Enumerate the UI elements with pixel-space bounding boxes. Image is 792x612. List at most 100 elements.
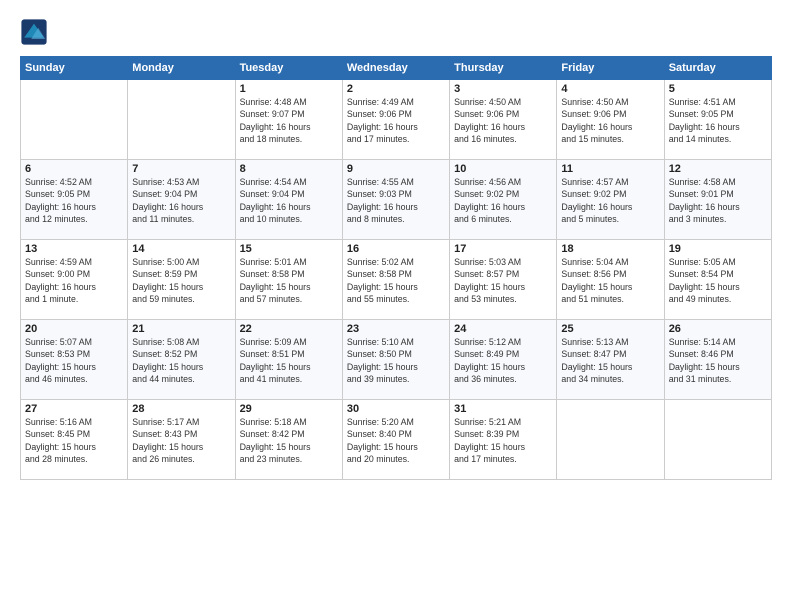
col-header-monday: Monday <box>128 57 235 80</box>
day-number: 3 <box>454 83 552 95</box>
day-info: Sunrise: 5:09 AM Sunset: 8:51 PM Dayligh… <box>240 336 338 385</box>
day-number: 7 <box>132 163 230 175</box>
day-number: 30 <box>347 403 445 415</box>
day-info: Sunrise: 5:03 AM Sunset: 8:57 PM Dayligh… <box>454 256 552 305</box>
calendar-cell: 22Sunrise: 5:09 AM Sunset: 8:51 PM Dayli… <box>235 320 342 400</box>
calendar-cell: 24Sunrise: 5:12 AM Sunset: 8:49 PM Dayli… <box>450 320 557 400</box>
day-number: 26 <box>669 323 767 335</box>
day-info: Sunrise: 4:50 AM Sunset: 9:06 PM Dayligh… <box>454 96 552 145</box>
calendar-cell: 4Sunrise: 4:50 AM Sunset: 9:06 PM Daylig… <box>557 80 664 160</box>
day-info: Sunrise: 4:54 AM Sunset: 9:04 PM Dayligh… <box>240 176 338 225</box>
calendar-cell: 17Sunrise: 5:03 AM Sunset: 8:57 PM Dayli… <box>450 240 557 320</box>
day-info: Sunrise: 5:02 AM Sunset: 8:58 PM Dayligh… <box>347 256 445 305</box>
calendar-cell: 5Sunrise: 4:51 AM Sunset: 9:05 PM Daylig… <box>664 80 771 160</box>
day-info: Sunrise: 5:17 AM Sunset: 8:43 PM Dayligh… <box>132 416 230 465</box>
col-header-friday: Friday <box>557 57 664 80</box>
col-header-wednesday: Wednesday <box>342 57 449 80</box>
week-row-3: 20Sunrise: 5:07 AM Sunset: 8:53 PM Dayli… <box>21 320 772 400</box>
col-header-sunday: Sunday <box>21 57 128 80</box>
logo-icon <box>20 18 48 46</box>
day-info: Sunrise: 5:07 AM Sunset: 8:53 PM Dayligh… <box>25 336 123 385</box>
header <box>20 18 772 46</box>
day-number: 24 <box>454 323 552 335</box>
day-number: 25 <box>561 323 659 335</box>
day-number: 14 <box>132 243 230 255</box>
week-row-0: 1Sunrise: 4:48 AM Sunset: 9:07 PM Daylig… <box>21 80 772 160</box>
day-info: Sunrise: 4:49 AM Sunset: 9:06 PM Dayligh… <box>347 96 445 145</box>
calendar-cell: 8Sunrise: 4:54 AM Sunset: 9:04 PM Daylig… <box>235 160 342 240</box>
day-number: 23 <box>347 323 445 335</box>
week-row-1: 6Sunrise: 4:52 AM Sunset: 9:05 PM Daylig… <box>21 160 772 240</box>
day-info: Sunrise: 5:05 AM Sunset: 8:54 PM Dayligh… <box>669 256 767 305</box>
calendar-cell: 26Sunrise: 5:14 AM Sunset: 8:46 PM Dayli… <box>664 320 771 400</box>
day-number: 17 <box>454 243 552 255</box>
calendar-cell <box>664 400 771 480</box>
day-number: 28 <box>132 403 230 415</box>
day-number: 10 <box>454 163 552 175</box>
calendar-cell <box>128 80 235 160</box>
calendar-cell: 14Sunrise: 5:00 AM Sunset: 8:59 PM Dayli… <box>128 240 235 320</box>
day-number: 12 <box>669 163 767 175</box>
calendar-cell: 21Sunrise: 5:08 AM Sunset: 8:52 PM Dayli… <box>128 320 235 400</box>
day-number: 2 <box>347 83 445 95</box>
week-row-2: 13Sunrise: 4:59 AM Sunset: 9:00 PM Dayli… <box>21 240 772 320</box>
header-row: SundayMondayTuesdayWednesdayThursdayFrid… <box>21 57 772 80</box>
day-number: 16 <box>347 243 445 255</box>
col-header-thursday: Thursday <box>450 57 557 80</box>
day-number: 18 <box>561 243 659 255</box>
day-info: Sunrise: 5:10 AM Sunset: 8:50 PM Dayligh… <box>347 336 445 385</box>
day-info: Sunrise: 5:20 AM Sunset: 8:40 PM Dayligh… <box>347 416 445 465</box>
calendar-cell: 7Sunrise: 4:53 AM Sunset: 9:04 PM Daylig… <box>128 160 235 240</box>
calendar-cell: 18Sunrise: 5:04 AM Sunset: 8:56 PM Dayli… <box>557 240 664 320</box>
day-info: Sunrise: 5:14 AM Sunset: 8:46 PM Dayligh… <box>669 336 767 385</box>
day-number: 27 <box>25 403 123 415</box>
calendar-cell: 30Sunrise: 5:20 AM Sunset: 8:40 PM Dayli… <box>342 400 449 480</box>
calendar-cell: 20Sunrise: 5:07 AM Sunset: 8:53 PM Dayli… <box>21 320 128 400</box>
day-number: 22 <box>240 323 338 335</box>
day-info: Sunrise: 5:16 AM Sunset: 8:45 PM Dayligh… <box>25 416 123 465</box>
day-number: 8 <box>240 163 338 175</box>
day-info: Sunrise: 4:48 AM Sunset: 9:07 PM Dayligh… <box>240 96 338 145</box>
calendar-cell: 19Sunrise: 5:05 AM Sunset: 8:54 PM Dayli… <box>664 240 771 320</box>
day-info: Sunrise: 5:12 AM Sunset: 8:49 PM Dayligh… <box>454 336 552 385</box>
day-info: Sunrise: 4:53 AM Sunset: 9:04 PM Dayligh… <box>132 176 230 225</box>
day-number: 6 <box>25 163 123 175</box>
day-number: 5 <box>669 83 767 95</box>
day-number: 13 <box>25 243 123 255</box>
day-number: 4 <box>561 83 659 95</box>
calendar-cell: 2Sunrise: 4:49 AM Sunset: 9:06 PM Daylig… <box>342 80 449 160</box>
calendar-cell: 16Sunrise: 5:02 AM Sunset: 8:58 PM Dayli… <box>342 240 449 320</box>
day-info: Sunrise: 4:56 AM Sunset: 9:02 PM Dayligh… <box>454 176 552 225</box>
calendar-cell: 23Sunrise: 5:10 AM Sunset: 8:50 PM Dayli… <box>342 320 449 400</box>
calendar-cell: 10Sunrise: 4:56 AM Sunset: 9:02 PM Dayli… <box>450 160 557 240</box>
calendar-cell: 27Sunrise: 5:16 AM Sunset: 8:45 PM Dayli… <box>21 400 128 480</box>
calendar-cell: 3Sunrise: 4:50 AM Sunset: 9:06 PM Daylig… <box>450 80 557 160</box>
day-info: Sunrise: 4:51 AM Sunset: 9:05 PM Dayligh… <box>669 96 767 145</box>
day-number: 9 <box>347 163 445 175</box>
calendar-cell: 1Sunrise: 4:48 AM Sunset: 9:07 PM Daylig… <box>235 80 342 160</box>
day-info: Sunrise: 4:58 AM Sunset: 9:01 PM Dayligh… <box>669 176 767 225</box>
day-info: Sunrise: 4:52 AM Sunset: 9:05 PM Dayligh… <box>25 176 123 225</box>
calendar-cell: 25Sunrise: 5:13 AM Sunset: 8:47 PM Dayli… <box>557 320 664 400</box>
day-info: Sunrise: 5:18 AM Sunset: 8:42 PM Dayligh… <box>240 416 338 465</box>
day-number: 11 <box>561 163 659 175</box>
day-info: Sunrise: 5:08 AM Sunset: 8:52 PM Dayligh… <box>132 336 230 385</box>
col-header-saturday: Saturday <box>664 57 771 80</box>
calendar-table: SundayMondayTuesdayWednesdayThursdayFrid… <box>20 56 772 480</box>
calendar-cell <box>557 400 664 480</box>
day-info: Sunrise: 4:50 AM Sunset: 9:06 PM Dayligh… <box>561 96 659 145</box>
day-info: Sunrise: 4:55 AM Sunset: 9:03 PM Dayligh… <box>347 176 445 225</box>
col-header-tuesday: Tuesday <box>235 57 342 80</box>
day-number: 29 <box>240 403 338 415</box>
calendar-cell: 13Sunrise: 4:59 AM Sunset: 9:00 PM Dayli… <box>21 240 128 320</box>
day-info: Sunrise: 5:13 AM Sunset: 8:47 PM Dayligh… <box>561 336 659 385</box>
day-number: 1 <box>240 83 338 95</box>
day-number: 15 <box>240 243 338 255</box>
logo <box>20 18 50 46</box>
calendar-cell: 28Sunrise: 5:17 AM Sunset: 8:43 PM Dayli… <box>128 400 235 480</box>
page: SundayMondayTuesdayWednesdayThursdayFrid… <box>0 0 792 612</box>
day-info: Sunrise: 5:21 AM Sunset: 8:39 PM Dayligh… <box>454 416 552 465</box>
calendar-cell: 31Sunrise: 5:21 AM Sunset: 8:39 PM Dayli… <box>450 400 557 480</box>
calendar-cell: 29Sunrise: 5:18 AM Sunset: 8:42 PM Dayli… <box>235 400 342 480</box>
calendar-cell: 9Sunrise: 4:55 AM Sunset: 9:03 PM Daylig… <box>342 160 449 240</box>
